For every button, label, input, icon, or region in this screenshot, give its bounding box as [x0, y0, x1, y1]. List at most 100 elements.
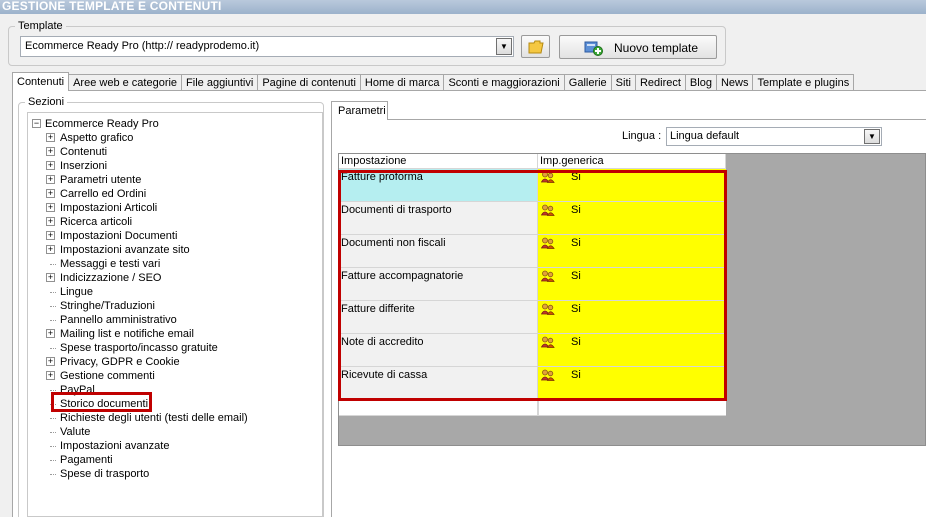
setting-value-cell[interactable]: Si — [538, 334, 726, 367]
new-template-button[interactable]: Nuovo template — [559, 35, 717, 59]
tree-item-label: Mailing list e notifiche email — [60, 328, 194, 340]
tree-item-label: Privacy, GDPR e Cookie — [60, 356, 180, 368]
setting-value-cell[interactable]: Si — [538, 301, 726, 334]
setting-name-cell[interactable]: Documenti non fiscali — [339, 235, 538, 268]
tab-contenuti[interactable]: Contenuti — [12, 72, 70, 91]
tree-connector — [50, 320, 56, 321]
expand-icon[interactable]: + — [46, 203, 55, 212]
tree-item-label: Pannello amministrativo — [60, 314, 177, 326]
expand-icon[interactable]: + — [46, 133, 55, 142]
tab-file-aggiuntivi[interactable]: File aggiuntivi — [181, 74, 259, 91]
tree-item-label: Pagamenti — [60, 454, 113, 466]
users-icon — [541, 204, 555, 216]
tree-connector — [50, 418, 56, 419]
tree-item-label: Gestione commenti — [60, 370, 155, 382]
tree-connector — [50, 306, 56, 307]
folder-icon — [528, 40, 544, 54]
expand-icon[interactable]: + — [46, 357, 55, 366]
setting-name-cell[interactable]: Fatture proforma — [339, 169, 538, 202]
tree-item-label: Impostazioni avanzate — [60, 440, 170, 452]
lingua-select-value: Lingua default — [670, 130, 740, 142]
setting-name-cell[interactable]: Note di accredito — [339, 334, 538, 367]
expand-icon[interactable]: + — [46, 189, 55, 198]
empty-row-cell[interactable] — [538, 400, 726, 416]
column-header-imp-generica[interactable]: Imp.generica — [538, 154, 726, 169]
setting-value-cell[interactable]: Si — [538, 367, 726, 400]
tree-item-label: Aspetto grafico — [60, 132, 134, 144]
template-select[interactable]: Ecommerce Ready Pro (http:// readyprodem… — [20, 36, 514, 57]
tab-aree-web[interactable]: Aree web e categorie — [68, 74, 183, 91]
tree-item-label: Impostazioni avanzate sito — [60, 244, 190, 256]
tree-item-label: Stringhe/Traduzioni — [60, 300, 155, 312]
empty-row-cell[interactable] — [339, 400, 538, 416]
tree-item-label: Indicizzazione / SEO — [60, 272, 162, 284]
tree-connector — [50, 404, 56, 405]
add-template-icon — [584, 41, 603, 56]
expand-icon[interactable]: + — [46, 245, 55, 254]
setting-value: Si — [571, 369, 581, 381]
setting-name-cell[interactable]: Fatture accompagnatorie — [339, 268, 538, 301]
template-select-value: Ecommerce Ready Pro (http:// readyprodem… — [25, 40, 260, 52]
expand-icon[interactable]: + — [46, 273, 55, 282]
tree-item-label: Impostazioni Documenti — [60, 230, 178, 242]
tab-pagine-contenuti[interactable]: Pagine di contenuti — [257, 74, 361, 91]
expand-icon[interactable]: + — [46, 371, 55, 380]
tab-parametri[interactable]: Parametri — [331, 101, 388, 120]
expand-icon[interactable]: + — [46, 161, 55, 170]
tab-news[interactable]: News — [715, 74, 754, 91]
tree-item-label: Storico documenti — [60, 398, 149, 410]
tab-siti[interactable]: Siti — [610, 74, 636, 91]
setting-value-cell[interactable]: Si — [538, 169, 726, 202]
tree-item-label: PayPal — [60, 384, 95, 396]
tree-item-label: Contenuti — [60, 146, 108, 158]
tree-item-label: Valute — [60, 426, 91, 438]
tree-item-label: Lingue — [60, 286, 94, 298]
tab-sconti[interactable]: Sconti e maggiorazioni — [443, 74, 565, 91]
column-header-impostazione[interactable]: Impostazione — [339, 154, 538, 169]
tree-connector — [50, 460, 56, 461]
chevron-down-icon[interactable]: ▼ — [496, 38, 512, 55]
sections-legend: Sezioni — [28, 96, 65, 108]
open-folder-button[interactable] — [521, 35, 550, 58]
expand-icon[interactable]: + — [46, 231, 55, 240]
setting-value: Si — [571, 336, 581, 348]
tree-item-label: Inserzioni — [60, 160, 108, 172]
tab-blog[interactable]: Blog — [684, 74, 717, 91]
tab-redirect[interactable]: Redirect — [634, 74, 686, 91]
tree-connector — [50, 348, 56, 349]
users-icon — [541, 369, 555, 381]
tree-root-label: Ecommerce Ready Pro — [45, 118, 159, 130]
tab-home-marca[interactable]: Home di marca — [359, 74, 445, 91]
setting-name-cell[interactable]: Documenti di trasporto — [339, 202, 538, 235]
chevron-down-icon[interactable]: ▼ — [864, 129, 880, 144]
users-icon — [541, 303, 555, 315]
tree-connector — [50, 446, 56, 447]
users-icon — [541, 336, 555, 348]
tree-item-label: Messaggi e testi vari — [60, 258, 161, 270]
tree-item-label: Spese trasporto/incasso gratuite — [60, 342, 218, 354]
setting-value-cell[interactable]: Si — [538, 268, 726, 301]
tree-connector — [50, 292, 56, 293]
tree-item-label: Impostazioni Articoli — [60, 202, 158, 214]
expand-icon[interactable]: + — [46, 147, 55, 156]
sections-tree: − Ecommerce Ready Pro + Aspetto grafico + C… — [27, 112, 323, 517]
setting-value: Si — [571, 204, 581, 216]
setting-value: Si — [571, 237, 581, 249]
tab-template-plugins[interactable]: Template e plugins — [752, 74, 855, 91]
setting-value-cell[interactable]: Si — [538, 235, 726, 268]
setting-name-cell[interactable]: Fatture differite — [339, 301, 538, 334]
setting-name-cell[interactable]: Ricevute di cassa — [339, 367, 538, 400]
setting-value-cell[interactable]: Si — [538, 202, 726, 235]
tab-gallerie[interactable]: Gallerie — [563, 74, 612, 91]
setting-value: Si — [571, 303, 581, 315]
expand-icon[interactable]: + — [46, 217, 55, 226]
lingua-select[interactable]: Lingua default ▼ — [666, 127, 882, 146]
expand-icon[interactable]: + — [46, 329, 55, 338]
setting-value: Si — [571, 171, 581, 183]
tree-connector — [50, 264, 56, 265]
tree-item-label: Spese di trasporto — [60, 468, 150, 480]
lingua-label: Lingua : — [622, 130, 662, 142]
expand-icon[interactable]: + — [46, 175, 55, 184]
collapse-icon[interactable]: − — [32, 119, 41, 128]
main-tabs: Contenuti Aree web e categorie File aggi… — [12, 72, 855, 91]
